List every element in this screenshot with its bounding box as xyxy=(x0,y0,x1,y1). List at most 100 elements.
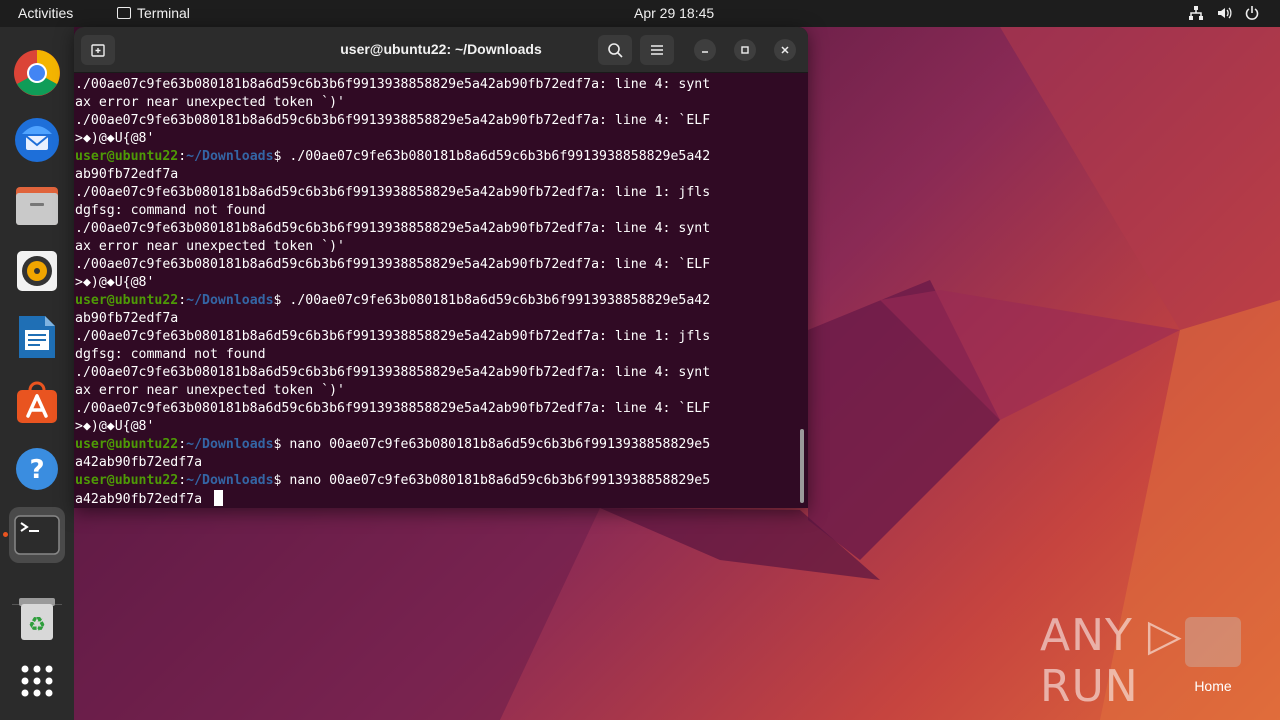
system-tray[interactable] xyxy=(1188,5,1260,21)
writer-icon[interactable] xyxy=(9,309,65,365)
minimize-button[interactable] xyxy=(694,39,716,61)
chrome-icon[interactable] xyxy=(9,45,65,101)
terminal-scrollbar[interactable] xyxy=(800,429,804,503)
svg-text:♻: ♻ xyxy=(28,612,46,636)
terminal-text: ax error near unexpected token `)' xyxy=(75,239,345,254)
terminal-line: >◆)@◆U{@8' xyxy=(75,130,808,148)
terminal-cursor xyxy=(213,490,223,506)
anyrun-watermark: ANY ▷ RUN xyxy=(1040,610,1183,712)
terminal-icon[interactable] xyxy=(9,507,65,563)
maximize-button[interactable] xyxy=(734,39,756,61)
maximize-icon xyxy=(741,46,749,54)
terminal-text: ./00ae07c9fe63b080181b8a6d59c6b3b6f99139… xyxy=(75,329,711,344)
hamburger-icon xyxy=(651,45,663,55)
terminal-line: user@ubuntu22:~/Downloads$ nano 00ae07c9… xyxy=(75,436,808,454)
terminal-line: dgfsg: command not found xyxy=(75,346,808,364)
terminal-line: a42ab90fb72edf7a xyxy=(75,454,808,472)
terminal-line: user@ubuntu22:~/Downloads$ nano 00ae07c9… xyxy=(75,472,808,490)
prompt-colon: : xyxy=(178,473,187,488)
dock: ? ♻ xyxy=(0,27,74,720)
close-button[interactable] xyxy=(774,39,796,61)
terminal-line: user@ubuntu22:~/Downloads$ ./00ae07c9fe6… xyxy=(75,292,808,310)
terminal-text: $ nano 00ae07c9fe63b080181b8a6d59c6b3b6f… xyxy=(273,473,711,488)
clock[interactable]: Apr 29 18:45 xyxy=(634,5,714,21)
terminal-text: ./00ae07c9fe63b080181b8a6d59c6b3b6f99139… xyxy=(75,113,711,128)
prompt-user: user@ubuntu22 xyxy=(75,149,179,164)
prompt-user: user@ubuntu22 xyxy=(75,293,179,308)
prompt-colon: : xyxy=(178,149,187,164)
terminal-text: ax error near unexpected token `)' xyxy=(75,383,345,398)
prompt-colon: : xyxy=(178,293,187,308)
terminal-line: ./00ae07c9fe63b080181b8a6d59c6b3b6f99139… xyxy=(75,184,808,202)
prompt-colon: : xyxy=(178,437,187,452)
top-bar: Activities Terminal Apr 29 18:45 xyxy=(0,0,1280,27)
terminal-text: ./00ae07c9fe63b080181b8a6d59c6b3b6f99139… xyxy=(75,77,711,92)
terminal-line: ./00ae07c9fe63b080181b8a6d59c6b3b6f99139… xyxy=(75,328,808,346)
terminal-text: ./00ae07c9fe63b080181b8a6d59c6b3b6f99139… xyxy=(75,221,711,236)
terminal-text: $ ./00ae07c9fe63b080181b8a6d59c6b3b6f991… xyxy=(273,293,711,308)
running-indicator xyxy=(3,532,8,537)
terminal-window[interactable]: user@ubuntu22: ~/Downloads ./00ae07c9fe6… xyxy=(74,27,808,508)
close-icon xyxy=(781,46,789,54)
terminal-text: ./00ae07c9fe63b080181b8a6d59c6b3b6f99139… xyxy=(75,365,711,380)
terminal-text: >◆)@◆U{@8' xyxy=(75,419,155,434)
trash-icon[interactable]: ♻ xyxy=(9,591,65,647)
app-center-icon[interactable] xyxy=(9,375,65,431)
activities-button[interactable]: Activities xyxy=(18,5,73,21)
home-folder-icon[interactable] xyxy=(1185,617,1241,667)
volume-icon xyxy=(1216,5,1232,21)
terminal-line: dgfsg: command not found xyxy=(75,202,808,220)
terminal-line: ./00ae07c9fe63b080181b8a6d59c6b3b6f99139… xyxy=(75,400,808,418)
terminal-line: ./00ae07c9fe63b080181b8a6d59c6b3b6f99139… xyxy=(75,364,808,382)
terminal-line: user@ubuntu22:~/Downloads$ ./00ae07c9fe6… xyxy=(75,148,808,166)
terminal-output[interactable]: ./00ae07c9fe63b080181b8a6d59c6b3b6f99139… xyxy=(74,76,808,508)
terminal-line: ./00ae07c9fe63b080181b8a6d59c6b3b6f99139… xyxy=(75,112,808,130)
terminal-text: a42ab90fb72edf7a xyxy=(75,492,210,507)
prompt-user: user@ubuntu22 xyxy=(75,437,179,452)
terminal-text: >◆)@◆U{@8' xyxy=(75,131,155,146)
network-icon xyxy=(1188,5,1204,21)
terminal-text: dgfsg: command not found xyxy=(75,203,266,218)
prompt-path: ~/Downloads xyxy=(186,293,274,308)
terminal-header[interactable]: user@ubuntu22: ~/Downloads xyxy=(74,27,808,73)
terminal-text: ./00ae07c9fe63b080181b8a6d59c6b3b6f99139… xyxy=(75,185,711,200)
terminal-line: ax error near unexpected token `)' xyxy=(75,94,808,112)
terminal-line: ab90fb72edf7a xyxy=(75,166,808,184)
terminal-text: $ ./00ae07c9fe63b080181b8a6d59c6b3b6f991… xyxy=(273,149,711,164)
prompt-user: user@ubuntu22 xyxy=(75,473,179,488)
prompt-path: ~/Downloads xyxy=(186,473,274,488)
terminal-text: dgfsg: command not found xyxy=(75,347,266,362)
terminal-text: ab90fb72edf7a xyxy=(75,311,179,326)
terminal-line: >◆)@◆U{@8' xyxy=(75,418,808,436)
terminal-text: ax error near unexpected token `)' xyxy=(75,95,345,110)
terminal-text: ./00ae07c9fe63b080181b8a6d59c6b3b6f99139… xyxy=(75,257,711,272)
terminal-text: $ nano 00ae07c9fe63b080181b8a6d59c6b3b6f… xyxy=(273,437,711,452)
terminal-text: a42ab90fb72edf7a xyxy=(75,455,203,470)
search-button[interactable] xyxy=(598,35,632,65)
terminal-text: >◆)@◆U{@8' xyxy=(75,275,155,290)
help-icon[interactable]: ? xyxy=(9,441,65,497)
terminal-text: ./00ae07c9fe63b080181b8a6d59c6b3b6f99139… xyxy=(75,401,711,416)
terminal-line: ./00ae07c9fe63b080181b8a6d59c6b3b6f99139… xyxy=(75,76,808,94)
show-apps-icon[interactable] xyxy=(9,653,65,709)
terminal-line: ax error near unexpected token `)' xyxy=(75,382,808,400)
app-menu-label: Terminal xyxy=(137,5,190,21)
terminal-line: ab90fb72edf7a xyxy=(75,310,808,328)
prompt-path: ~/Downloads xyxy=(186,437,274,452)
files-icon[interactable] xyxy=(9,177,65,233)
power-icon xyxy=(1244,5,1260,21)
home-folder-label[interactable]: Home xyxy=(1172,678,1254,694)
thunderbird-icon[interactable] xyxy=(9,111,65,167)
menu-button[interactable] xyxy=(640,35,674,65)
svg-text:?: ? xyxy=(29,455,44,485)
terminal-line: ./00ae07c9fe63b080181b8a6d59c6b3b6f99139… xyxy=(75,256,808,274)
terminal-line: a42ab90fb72edf7a xyxy=(75,490,808,508)
rhythmbox-icon[interactable] xyxy=(9,243,65,299)
terminal-text: ab90fb72edf7a xyxy=(75,167,179,182)
search-icon xyxy=(608,43,623,58)
minimize-icon xyxy=(702,51,708,53)
terminal-line: ax error near unexpected token `)' xyxy=(75,238,808,256)
terminal-line: >◆)@◆U{@8' xyxy=(75,274,808,292)
terminal-small-icon xyxy=(117,7,131,19)
app-menu[interactable]: Terminal xyxy=(117,5,190,21)
